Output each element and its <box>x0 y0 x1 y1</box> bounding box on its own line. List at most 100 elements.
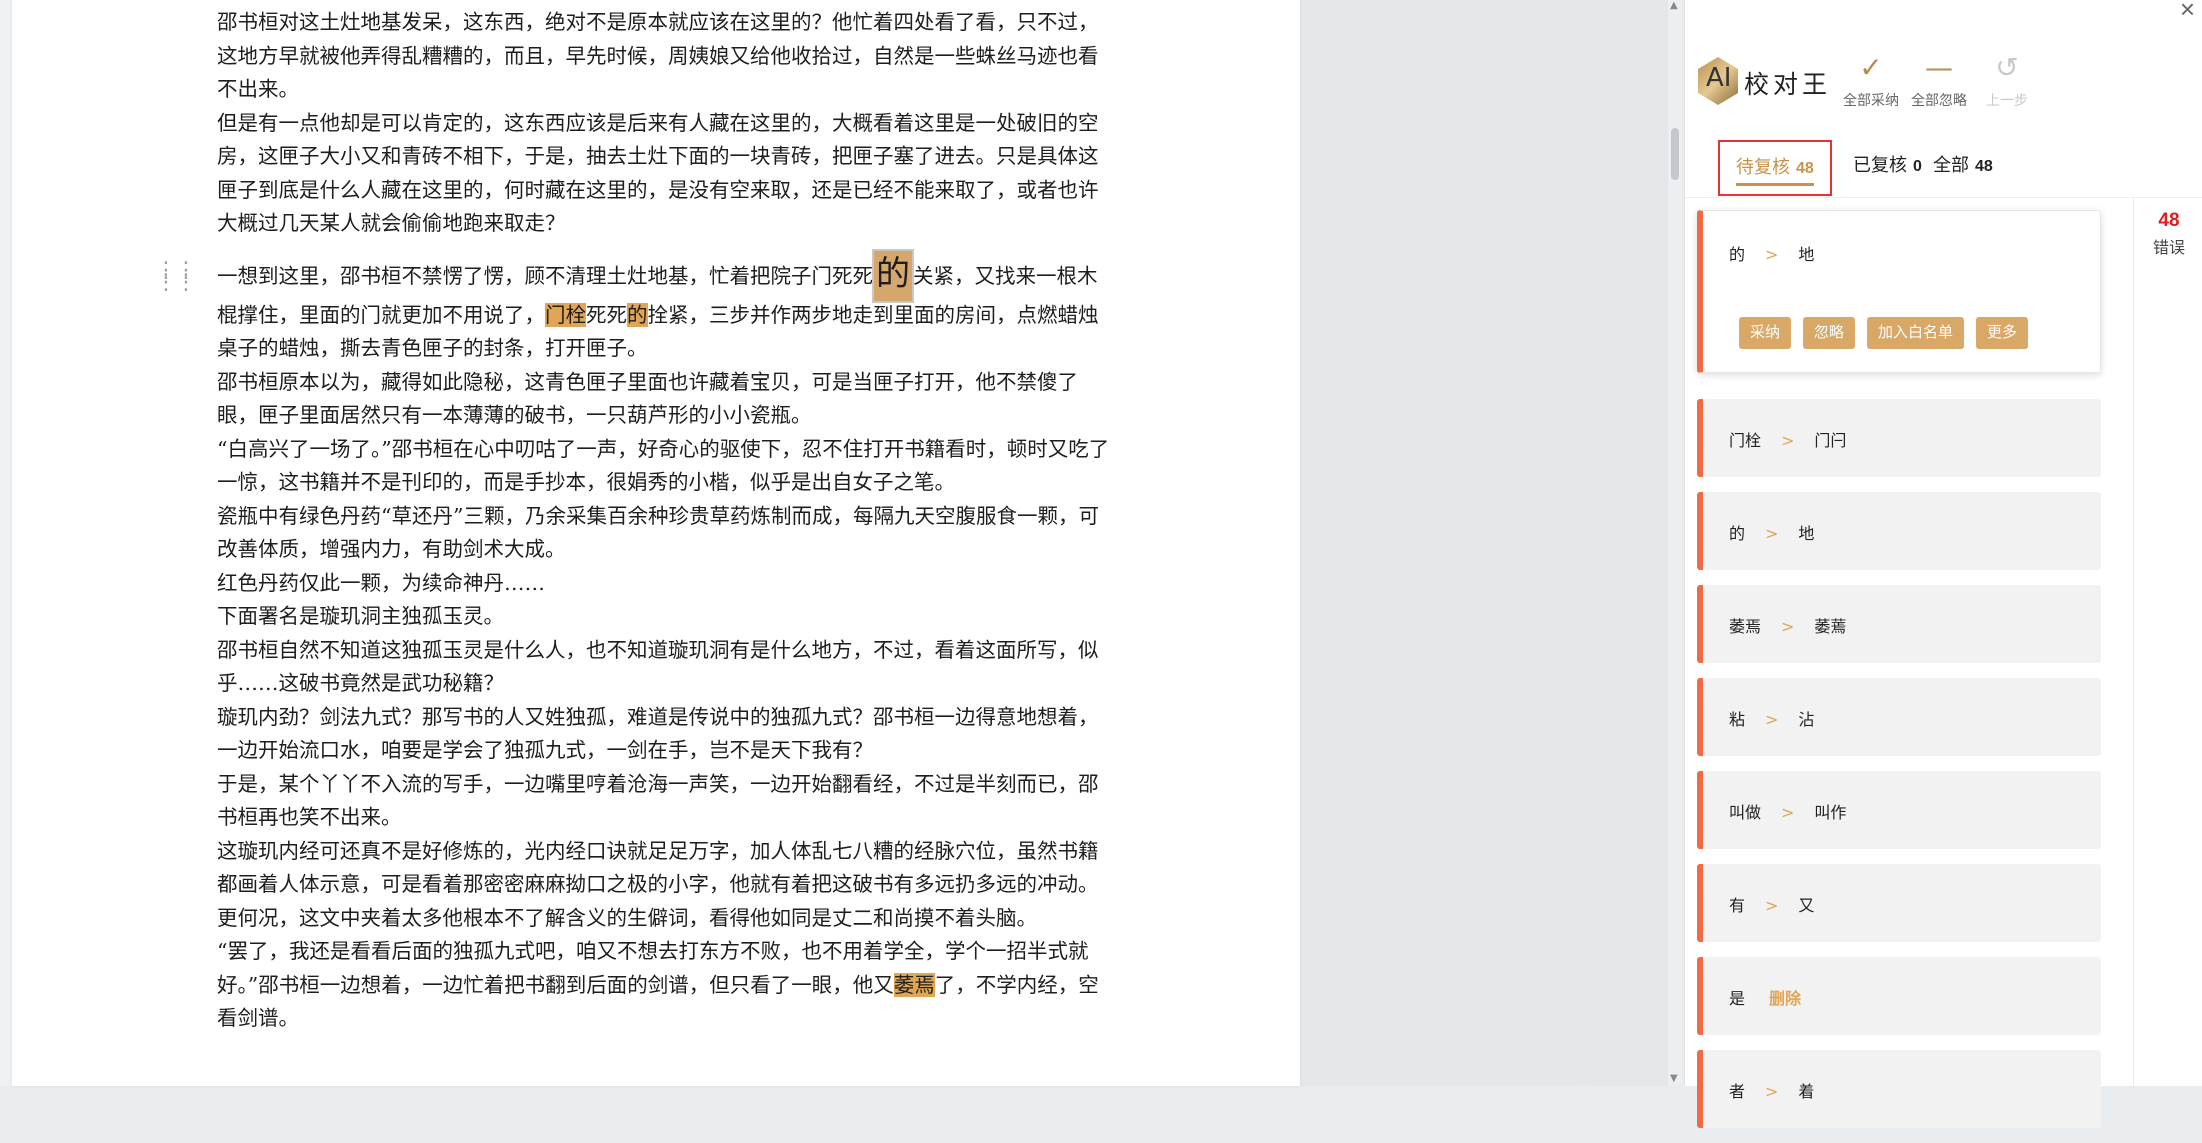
text-run: 但是有一点他却是可以肯定的，这东西应该是后来有人藏在这里的，大概看着这里是一处破… <box>217 110 1099 236</box>
paragraph: 邵书桓对这土灶地基发呆，这东西，绝对不是原本就应该在这里的？他忙着四处看了看，只… <box>217 6 1117 107</box>
suggestion-card[interactable]: 萎焉 > 萎蔫 <box>1697 585 2101 663</box>
text-run: 璇玑内劲？剑法九式？那写书的人又姓独孤，难道是传说中的独孤九式？邵书桓一边得意地… <box>217 704 1099 763</box>
suggestion-card[interactable]: 的 > 地采纳 忽略 加入白名单 更多 <box>1697 210 2101 373</box>
document-scrollbar[interactable]: ▲ ▼ <box>1668 0 1682 1086</box>
tab-underline <box>1736 183 1814 186</box>
scroll-down-icon[interactable]: ▼ <box>1670 1073 1678 1084</box>
tab-0[interactable]: 待复核 48 <box>1718 140 1832 196</box>
suggestion-pair: 的 > 地 <box>1729 241 1814 265</box>
error-label: 错误 <box>2152 240 2185 257</box>
card-actions: 采纳 忽略 加入白名单 更多 <box>1739 317 2029 349</box>
paragraph: 这璇玑内经可还真不是好修炼的，光内经口诀就足足万字，加人体乱七八糟的经脉穴位，虽… <box>217 835 1117 902</box>
arrow-icon: > <box>1765 524 1779 543</box>
original-word: 门栓 <box>1729 433 1762 450</box>
suggestion-list: 的 > 地采纳 忽略 加入白名单 更多 门栓 > 门闩的 > 地萎焉 > 萎蔫粘 > 沾叫做 > 叫作有 > 又是删… <box>1697 210 2105 1143</box>
more-button[interactable]: 更多 <box>1976 317 2029 349</box>
original-word: 萎焉 <box>1729 619 1762 636</box>
text-run: 红色丹药仅此一颗，为续命神丹…… <box>217 570 545 595</box>
text-run: 于是，某个丫丫不入流的写手，一边嘴里哼着沧海一声笑，一边开始翻看经，不过是半刻而… <box>217 771 1099 830</box>
suggestion-pair: 有 > 又 <box>1729 892 1814 916</box>
tab-label: 已复核 <box>1853 155 1907 175</box>
whitelist-button[interactable]: 加入白名单 <box>1867 317 1965 349</box>
suggestion-pair: 粘 > 沾 <box>1729 706 1814 730</box>
text-run: 邵书桓原本以为，藏得如此隐秘，这青色匣子里面也许藏着宝贝，可是当匣子打开，他不禁… <box>217 369 1078 428</box>
document-page: ⋮⋮ ⋮⋮ 邵书桓对这土灶地基发呆，这东西，绝对不是原本就应该在这里的？他忙着四处… <box>12 0 1300 1086</box>
error-counter: 48 错误 <box>2133 198 2202 1086</box>
original-word: 的 <box>1729 526 1746 543</box>
text-run: 这璇玑内经可还真不是好修炼的，光内经口诀就足足万字，加人体乱七八糟的经脉穴位，虽… <box>217 838 1099 897</box>
suggested-word: 又 <box>1798 898 1815 915</box>
text-run: “白高兴了一场了。”邵书桓在心中叨咕了一声，好奇心的驱使下，忍不住打开书籍看时，… <box>217 436 1110 495</box>
suggestion-card[interactable]: 者 > 着 <box>1697 1050 2101 1128</box>
suggestion-card[interactable]: 是 删除 <box>1697 957 2101 1035</box>
arrow-icon: > <box>1781 431 1795 450</box>
suggested-word: 萎蔫 <box>1814 619 1847 636</box>
scroll-up-icon[interactable]: ▲ <box>1670 0 1678 11</box>
document-text[interactable]: 邵书桓对这土灶地基发呆，这东西，绝对不是原本就应该在这里的？他忙着四处看了看，只… <box>217 6 1117 1036</box>
app-logo: AI 校对王 <box>1698 53 1834 111</box>
tab-2[interactable]: 全部 48 <box>1933 140 1993 196</box>
paragraph: “罢了，我还是看看后面的独孤九式吧，咱又不想去打东方不败，也不用着学全，学个一招… <box>217 935 1117 1036</box>
suggestion-card[interactable]: 叫做 > 叫作 <box>1697 771 2101 849</box>
paragraph: 邵书桓原本以为，藏得如此隐秘，这青色匣子里面也许藏着宝贝，可是当匣子打开，他不禁… <box>217 366 1117 433</box>
tab-label: 全部 <box>1933 155 1969 175</box>
arrow-icon: > <box>1765 245 1779 264</box>
tab-count: 48 <box>1975 158 1993 175</box>
text-run: 下面署名是璇玑洞主独孤玉灵。 <box>217 604 504 628</box>
suggested-word: 门闩 <box>1814 433 1847 450</box>
ignore-button[interactable]: 忽略 <box>1803 317 1856 349</box>
flagged-word[interactable]: 的 <box>627 302 648 327</box>
paragraph: 一想到这里，邵书桓不禁愣了愣，顾不清理土灶地基，忙着把院子门死死的 关紧，又找来一… <box>217 249 1117 366</box>
original-word: 粘 <box>1729 712 1746 729</box>
suggestion-pair: 叫做 > 叫作 <box>1729 799 1846 823</box>
arrow-icon: > <box>1765 710 1779 729</box>
flagged-word[interactable]: 门栓 <box>545 302 586 327</box>
error-count: 48 <box>2158 210 2180 231</box>
suggestion-card[interactable]: 有 > 又 <box>1697 864 2101 942</box>
original-word: 叫做 <box>1729 805 1762 822</box>
undo-label: 上一步 <box>1986 92 2028 108</box>
suggestion-card[interactable]: 门栓 > 门闩 <box>1697 399 2101 477</box>
drag-handle-icon[interactable]: ⋮⋮ ⋮⋮ <box>155 260 197 294</box>
suggested-word: 地 <box>1798 526 1815 543</box>
text-run: 一想到这里，邵书桓不禁愣了愣，顾不清理土灶地基，忙着把院子门死死 <box>217 263 873 288</box>
suggested-word: 沾 <box>1798 712 1815 729</box>
paragraph: 瓷瓶中有绿色丹药“草还丹”三颗，乃余采集百余种珍贵草药炼制而成，每隔九天空腹服食… <box>217 500 1117 567</box>
arrow-icon: > <box>1781 617 1795 636</box>
suggestion-pair: 门栓 > 门闩 <box>1729 427 1846 451</box>
logo-name-text: 校对王 <box>1744 70 1832 99</box>
tab-count: 0 <box>1913 158 1922 175</box>
arrow-icon: > <box>1781 803 1795 822</box>
original-word: 是 <box>1729 991 1746 1008</box>
suggestion-pair: 是 删除 <box>1729 985 1801 1009</box>
paragraph: 下面署名是璇玑洞主独孤玉灵。 <box>217 600 1117 634</box>
suggestion-card[interactable]: 的 > 地 <box>1697 492 2101 570</box>
suggestion-pair: 者 > 着 <box>1729 1078 1814 1102</box>
arrow-icon: > <box>1765 896 1779 915</box>
text-run: 邵书桓自然不知道这独孤玉灵是什么人，也不知道璇玑洞有是什么地方，不过，看着这面所… <box>217 637 1099 696</box>
paragraph: 于是，某个丫丫不入流的写手，一边嘴里哼着沧海一声笑，一边开始翻看经，不过是半刻而… <box>217 768 1117 835</box>
tab-1[interactable]: 已复核 0 <box>1853 140 1922 196</box>
text-run: 更何况，这文中夹着太多他根本不了解含义的生僻词，看得他如同是丈二和尚摸不着头脑。 <box>217 905 1037 930</box>
logo-ai-text: AI <box>1706 63 1732 93</box>
suggested-word: 叫作 <box>1814 805 1847 822</box>
arrow-icon: > <box>1765 1082 1779 1101</box>
original-word: 的 <box>1729 247 1746 264</box>
scroll-thumb[interactable] <box>1671 128 1679 180</box>
paragraph: “白高兴了一场了。”邵书桓在心中叨咕了一声，好奇心的驱使下，忍不住打开书籍看时，… <box>217 433 1117 500</box>
close-icon[interactable]: × <box>2180 0 2195 25</box>
selected-flagged-word[interactable]: 的 <box>874 250 912 301</box>
paragraph: 更何况，这文中夹着太多他根本不了解含义的生僻词，看得他如同是丈二和尚摸不着头脑。 <box>217 902 1117 936</box>
suggestion-card[interactable]: 粘 > 沾 <box>1697 678 2101 756</box>
accept-button[interactable]: 采纳 <box>1739 317 1792 349</box>
text-run: 瓷瓶中有绿色丹药“草还丹”三颗，乃余采集百余种珍贵草药炼制而成，每隔九天空腹服食… <box>217 503 1099 562</box>
paragraph: 邵书桓自然不知道这独孤玉灵是什么人，也不知道璇玑洞有是什么地方，不过，看着这面所… <box>217 634 1117 701</box>
paragraph: 但是有一点他却是可以肯定的，这东西应该是后来有人藏在这里的，大概看着这里是一处破… <box>217 107 1117 241</box>
paragraph: 红色丹药仅此一颗，为续命神丹…… <box>217 567 1117 601</box>
suggestion-pair: 萎焉 > 萎蔫 <box>1729 613 1846 637</box>
delete-suggestion: 删除 <box>1769 991 1802 1008</box>
tab-count: 48 <box>1796 160 1814 177</box>
divider <box>1685 197 2202 198</box>
original-word: 有 <box>1729 898 1746 915</box>
flagged-word[interactable]: 萎焉 <box>893 972 935 997</box>
